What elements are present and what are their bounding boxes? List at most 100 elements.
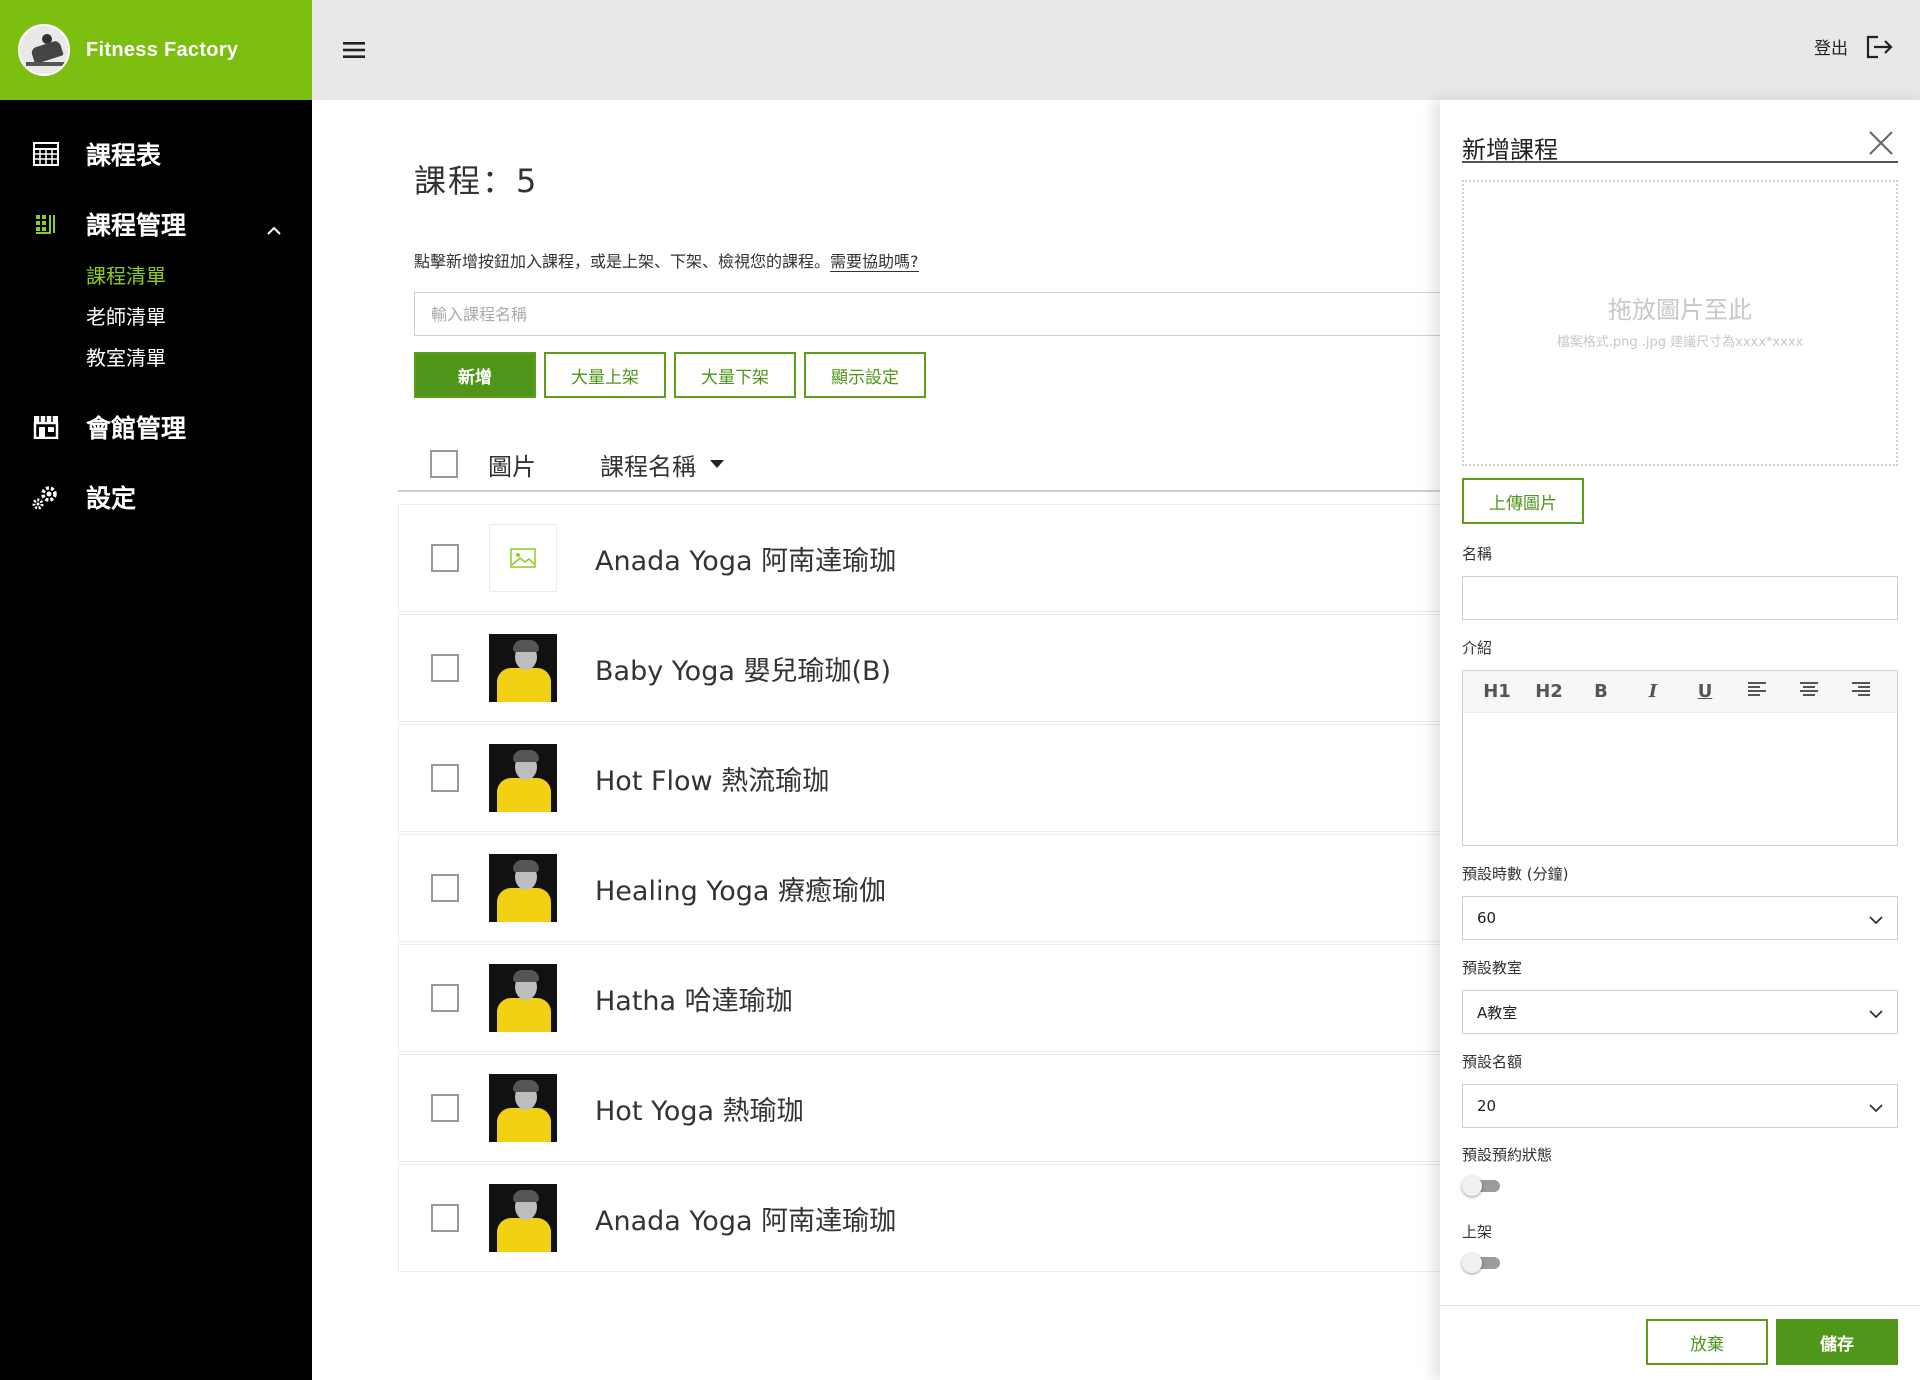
align-right-icon[interactable] — [1835, 681, 1887, 702]
close-icon[interactable] — [1868, 130, 1898, 160]
help-link[interactable]: 需要協助嗎? — [830, 252, 919, 272]
drawer-footer-divider — [1440, 1305, 1920, 1306]
room-value: A教室 — [1477, 1003, 1518, 1022]
table-row[interactable]: Hot Flow 熱流瑜珈 — [398, 724, 1498, 832]
image-drop-zone[interactable]: 拖放圖片至此 檔案格式.png .jpg 建議尺寸為xxxx*xxxx — [1462, 180, 1898, 466]
underline-button[interactable]: U — [1679, 681, 1731, 702]
add-course-button[interactable]: 新增 — [414, 352, 536, 398]
course-name: Baby Yoga 嬰兒瑜珈(B) — [595, 655, 892, 687]
drawer-title: 新增課程 — [1462, 130, 1898, 164]
heading1-button[interactable]: H1 — [1471, 681, 1523, 702]
course-name: Hatha 哈達瑜珈 — [595, 985, 793, 1017]
publish-toggle[interactable] — [1462, 1253, 1500, 1273]
row-checkbox[interactable] — [431, 874, 459, 902]
quota-value: 20 — [1477, 1097, 1497, 1115]
calendar-icon — [30, 138, 62, 170]
display-settings-button[interactable]: 顯示設定 — [804, 352, 926, 398]
intro-rich-text-editor[interactable]: H1 H2 B I U — [1462, 670, 1898, 846]
logout-icon — [1866, 35, 1893, 58]
sidebar-item-label: 課程管理 — [86, 211, 187, 240]
sidebar-item-schedule[interactable]: 課程表 — [0, 130, 312, 178]
table-header: 圖片 課程名稱 — [398, 438, 1498, 492]
course-icon — [30, 208, 62, 240]
course-name: Hot Flow 熱流瑜珈 — [595, 765, 830, 797]
cancel-button[interactable]: 放棄 — [1646, 1319, 1768, 1365]
brand-avatar — [18, 24, 70, 76]
heading2-button[interactable]: H2 — [1523, 681, 1575, 702]
save-button[interactable]: 儲存 — [1776, 1319, 1898, 1365]
bulk-publish-button[interactable]: 大量上架 — [544, 352, 666, 398]
bold-button[interactable]: B — [1575, 681, 1627, 702]
sidebar: Fitness Factory 課程表 課程管理 課程清單 老師清單 教室清單 — [0, 0, 312, 1380]
row-checkbox[interactable] — [431, 764, 459, 792]
sidebar-item-label: 課程表 — [86, 141, 162, 170]
course-name: Anada Yoga 阿南達瑜珈 — [595, 545, 897, 577]
table-row[interactable]: Anada Yoga 阿南達瑜珈 — [398, 504, 1498, 612]
logout-button[interactable]: 登出 — [1814, 34, 1894, 59]
page-title: 課程：5 — [414, 162, 539, 200]
page-hint: 點擊新增按鈕加入課程，或是上架、下架、檢視您的課程。需要協助嗎? — [414, 248, 919, 272]
sort-caret-icon — [710, 460, 724, 468]
row-checkbox[interactable] — [431, 984, 459, 1012]
hint-text: 點擊新增按鈕加入課程，或是上架、下架、檢視您的課程。 — [414, 252, 831, 271]
table-row[interactable]: Hatha 哈達瑜珈 — [398, 944, 1498, 1052]
table-row[interactable]: Anada Yoga 阿南達瑜珈 — [398, 1164, 1498, 1272]
editor-toolbar: H1 H2 B I U — [1463, 671, 1897, 713]
course-thumbnail — [489, 1074, 557, 1142]
action-buttons: 新增 大量上架 大量下架 顯示設定 — [414, 352, 934, 398]
sidebar-item-club-management[interactable]: 會館管理 — [0, 403, 312, 451]
table-row[interactable]: Healing Yoga 療癒瑜伽 — [398, 834, 1498, 942]
publish-label: 上架 — [1462, 1223, 1493, 1241]
chevron-up-icon[interactable] — [266, 214, 282, 243]
sidebar-item-course-management[interactable]: 課程管理 — [0, 200, 312, 248]
room-select[interactable]: A教室 — [1462, 990, 1898, 1034]
select-all-checkbox[interactable] — [430, 450, 458, 478]
course-table: Anada Yoga 阿南達瑜珈 Baby Yoga 嬰兒瑜珈(B) Hot F… — [398, 504, 1498, 1274]
table-row[interactable]: Hot Yoga 熱瑜珈 — [398, 1054, 1498, 1162]
booking-status-label: 預設預約狀態 — [1462, 1146, 1553, 1164]
course-search-input[interactable] — [414, 292, 1494, 336]
duration-label: 預設時數 (分鐘) — [1462, 865, 1569, 883]
duration-select[interactable]: 60 — [1462, 896, 1898, 940]
course-name-input[interactable] — [1462, 576, 1898, 620]
logout-label: 登出 — [1814, 39, 1848, 59]
sidebar-item-settings[interactable]: 設定 — [0, 473, 312, 521]
column-header-name[interactable]: 課程名稱 — [600, 447, 724, 482]
intro-label: 介紹 — [1462, 639, 1493, 657]
store-icon — [30, 411, 62, 443]
table-row[interactable]: Baby Yoga 嬰兒瑜珈(B) — [398, 614, 1498, 722]
quota-select[interactable]: 20 — [1462, 1084, 1898, 1128]
course-thumbnail — [489, 634, 557, 702]
bulk-unpublish-button[interactable]: 大量下架 — [674, 352, 796, 398]
course-thumbnail — [489, 744, 557, 812]
quota-label: 預設名額 — [1462, 1053, 1523, 1071]
align-left-icon[interactable] — [1731, 681, 1783, 702]
sidebar-nav: 課程表 課程管理 課程清單 老師清單 教室清單 會館管理 設定 — [0, 100, 312, 521]
drop-zone-hint: 檔案格式.png .jpg 建議尺寸為xxxx*xxxx — [1556, 335, 1804, 350]
course-thumbnail — [489, 964, 557, 1032]
column-header-picture: 圖片 — [488, 452, 536, 481]
italic-button[interactable]: I — [1627, 681, 1679, 702]
booking-status-toggle[interactable] — [1462, 1176, 1500, 1196]
row-checkbox[interactable] — [431, 1094, 459, 1122]
course-name: Healing Yoga 療癒瑜伽 — [595, 875, 886, 907]
drawer-title-text: 新增課程 — [1462, 136, 1558, 164]
brand-header[interactable]: Fitness Factory — [0, 0, 312, 100]
subnav-item-classroom-list[interactable]: 教室清單 — [86, 338, 312, 379]
course-thumbnail — [489, 854, 557, 922]
row-checkbox[interactable] — [431, 654, 459, 682]
chevron-down-icon — [1869, 911, 1883, 929]
drop-zone-title: 拖放圖片至此 — [1608, 296, 1752, 324]
row-checkbox[interactable] — [431, 1204, 459, 1232]
hamburger-menu-button[interactable] — [340, 36, 368, 64]
room-label: 預設教室 — [1462, 959, 1523, 977]
upload-image-button[interactable]: 上傳圖片 — [1462, 478, 1584, 524]
align-center-icon[interactable] — [1783, 681, 1835, 702]
subnav-item-teacher-list[interactable]: 老師清單 — [86, 297, 312, 338]
row-checkbox[interactable] — [431, 544, 459, 572]
gear-icon — [30, 481, 62, 513]
name-label: 名稱 — [1462, 545, 1493, 563]
chevron-down-icon — [1869, 1099, 1883, 1117]
duration-value: 60 — [1477, 909, 1497, 927]
subnav-item-course-list[interactable]: 課程清單 — [86, 256, 312, 297]
